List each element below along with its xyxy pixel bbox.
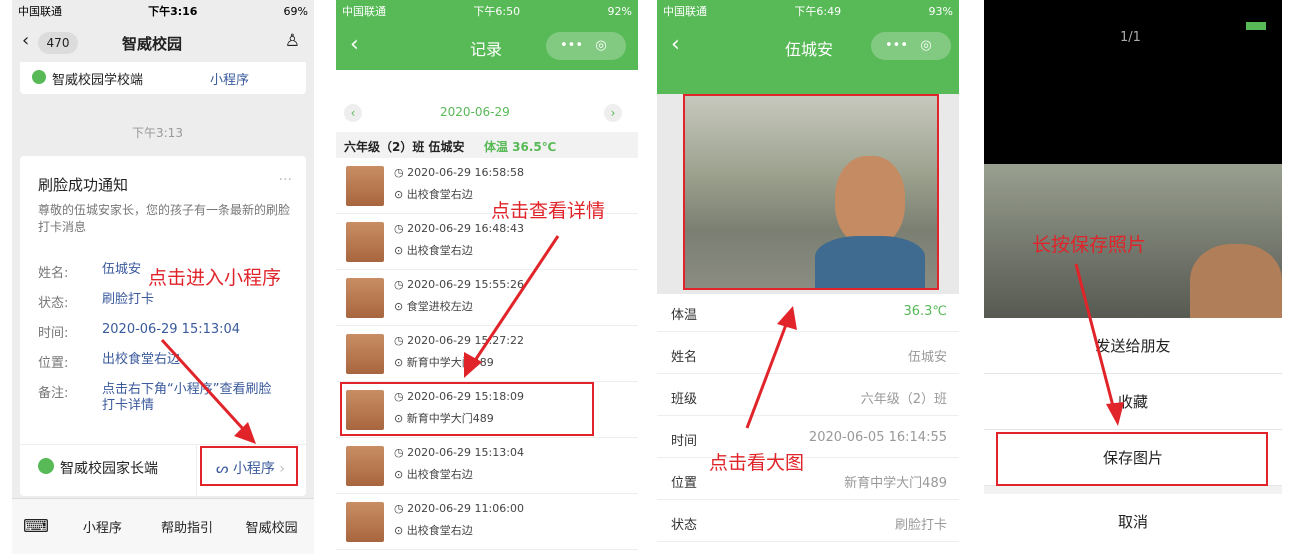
- panel-record-detail: 中国联通 下午6:49 93% ‹ 伍城安 ••• ◎ 体温 36.3℃ 姓名 伍…: [657, 0, 959, 554]
- annotation-arrow: [745, 306, 797, 429]
- panel-image-preview: 1/1 长按保存照片 发送给朋友 收藏 保存图片 取消: [984, 0, 1282, 554]
- keyboard-icon[interactable]: ⌨: [12, 516, 60, 537]
- annotation-arrow: [464, 235, 560, 378]
- panel-wechat-chat: 中国联通 下午3:16 69% ‹ 470 智威校园 ♙ 智威校园学校端 小程序…: [12, 0, 314, 554]
- panel-record-list: 中国联通 下午6:50 92% ‹ 记录 ••• ◎ ‹ 2020-06-29 …: [336, 0, 638, 554]
- bottom-menu-bar: ⌨ 小程序 帮助指引 智威校园: [12, 498, 314, 554]
- menu-item-help[interactable]: 帮助指引: [145, 517, 230, 536]
- menu-item-campus[interactable]: 智威校园: [229, 517, 314, 536]
- menu-item-mini[interactable]: 小程序: [60, 517, 145, 536]
- annotation-arrow: [1074, 263, 1124, 426]
- annotation-arrow: [160, 338, 256, 444]
